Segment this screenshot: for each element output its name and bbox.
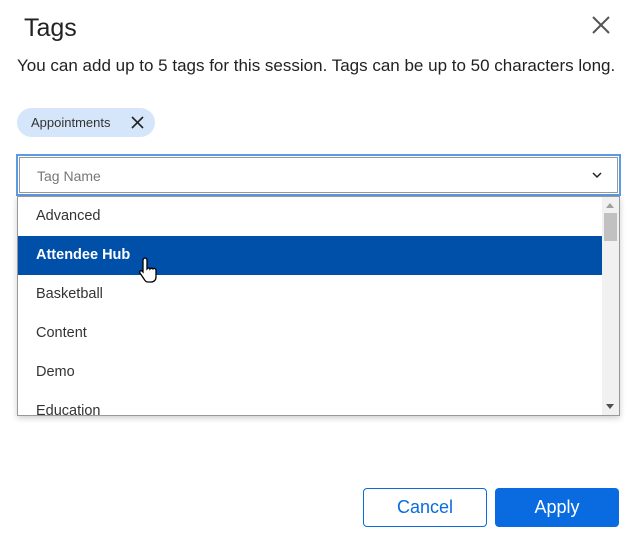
hand-pointer-cursor-icon [138,257,157,283]
option-content[interactable]: Content [18,314,602,353]
tag-chip: Appointments [17,108,155,137]
option-education[interactable]: Education [18,392,602,415]
scroll-up-arrow-icon[interactable] [606,203,614,208]
close-icon[interactable] [588,12,614,38]
dialog-description: You can add up to 5 tags for this sessio… [17,56,616,75]
option-demo[interactable]: Demo [18,353,602,392]
remove-tag-icon[interactable] [131,116,144,129]
dialog-title: Tags [24,14,77,42]
tag-name-placeholder: Tag Name [37,168,101,184]
cancel-button[interactable]: Cancel [363,488,487,527]
chevron-down-icon [592,172,602,179]
select-inner [19,157,618,193]
tag-name-select[interactable]: Tag Name [16,154,621,196]
option-advanced[interactable]: Advanced [18,197,602,236]
scrollbar-thumb[interactable] [604,213,617,241]
tag-options-list: Advanced Attendee Hub Basketball Content… [17,196,620,416]
scroll-down-arrow-icon[interactable] [606,404,614,409]
scrollbar[interactable] [602,197,619,415]
option-basketball[interactable]: Basketball [18,275,602,314]
apply-button[interactable]: Apply [495,488,619,527]
tag-chip-label: Appointments [31,115,111,130]
option-attendee-hub[interactable]: Attendee Hub [18,236,602,275]
